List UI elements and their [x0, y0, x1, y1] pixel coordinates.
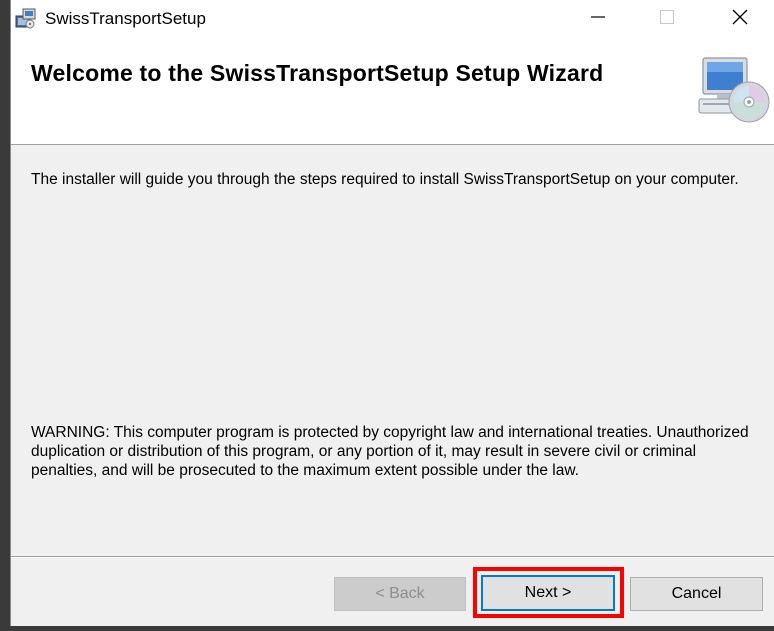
minimize-icon: [591, 10, 605, 29]
wizard-title: Welcome to the SwissTransportSetup Setup…: [31, 60, 604, 86]
cancel-button[interactable]: Cancel: [630, 577, 763, 611]
back-button: < Back: [334, 577, 466, 611]
wizard-header: Welcome to the SwissTransportSetup Setup…: [11, 38, 774, 145]
footer-divider: [11, 556, 774, 558]
setup-wizard-window: SwissTransportSetup Welcome to the Swiss…: [10, 0, 774, 631]
close-button[interactable]: [717, 0, 763, 38]
installer-icon: [15, 8, 37, 30]
copyright-warning: WARNING: This computer program is protec…: [31, 424, 749, 479]
close-icon: [732, 9, 748, 30]
maximize-icon: [660, 9, 674, 29]
minimize-button[interactable]: [575, 0, 621, 38]
screen-edge: [0, 626, 774, 631]
window-title: SwissTransportSetup: [45, 9, 206, 28]
maximize-button: [644, 0, 690, 38]
computer-cd-icon: [695, 56, 771, 128]
title-bar[interactable]: SwissTransportSetup: [11, 0, 774, 38]
next-button[interactable]: Next >: [481, 575, 615, 611]
intro-text: The installer will guide you through the…: [31, 171, 739, 188]
